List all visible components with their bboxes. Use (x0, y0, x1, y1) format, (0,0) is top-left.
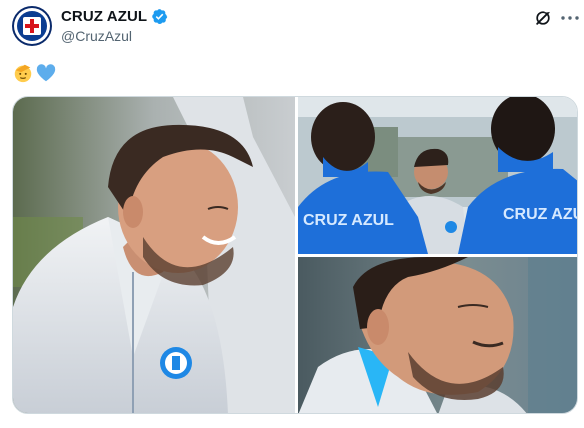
left-shirt-text: CRUZ AZUL (303, 212, 394, 229)
tweet-card: CRUZ AZUL @CruzAzul CRUZ AZUL CRUZ AZ (0, 0, 584, 428)
tweet-text (12, 62, 57, 84)
author-name-row: CRUZ AZUL (61, 8, 168, 25)
cruz-azul-crest-icon[interactable] (12, 6, 52, 46)
grok-icon[interactable] (533, 8, 553, 28)
media-grid: CRUZ AZUL CRUZ AZUL (12, 96, 578, 414)
coach-smiling-photo[interactable] (13, 97, 295, 413)
right-shirt-text: CRUZ AZUL (503, 206, 578, 223)
blue-heart-emoji (36, 64, 56, 82)
author-display-name[interactable]: CRUZ AZUL (61, 8, 147, 25)
coach-team-huddle-photo[interactable]: CRUZ AZUL CRUZ AZUL (298, 97, 578, 254)
verified-badge-icon (152, 9, 168, 24)
author-handle[interactable]: @CruzAzul (61, 28, 132, 44)
more-options-icon[interactable] (560, 8, 580, 28)
saluting-face-emoji (14, 64, 32, 83)
coach-closeup-photo[interactable] (298, 257, 577, 413)
dots-icon (561, 16, 579, 20)
